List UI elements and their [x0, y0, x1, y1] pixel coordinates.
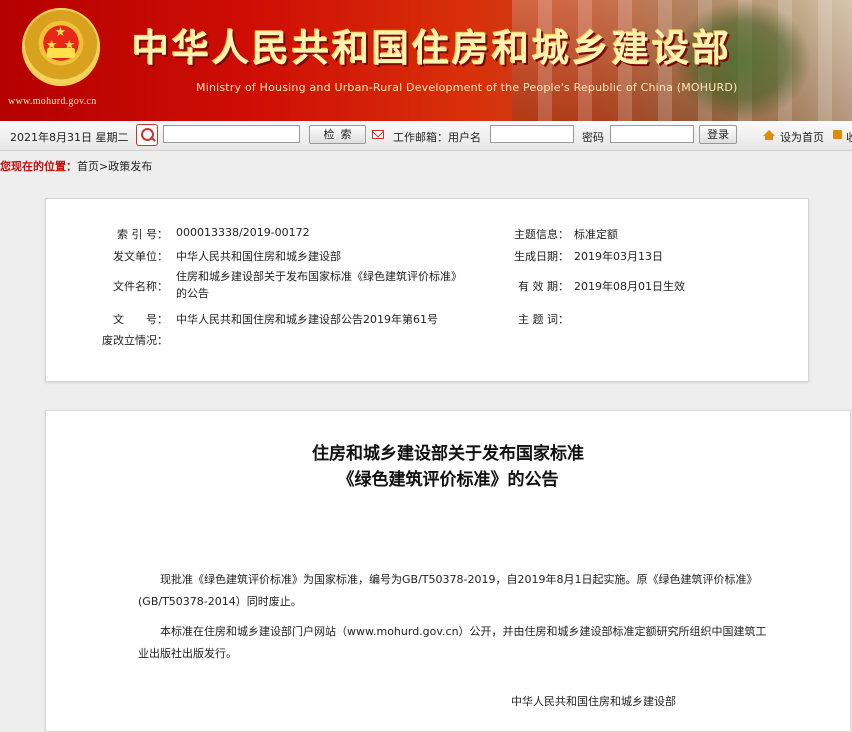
breadcrumb-path[interactable]: 首页>政策发布 [77, 160, 152, 173]
doc-number-label: 文 号： [113, 313, 168, 326]
login-button[interactable]: 登录 [699, 125, 737, 144]
keywords-label: 主 题 词： [518, 313, 569, 326]
generated-date-label: 生成日期： [514, 250, 569, 263]
top-toolbar: 2021年8月31日 星期二 检索 工作邮箱：用户名 密码 登录 设为首页 收 [0, 121, 852, 151]
rss-icon[interactable] [833, 130, 842, 139]
search-input[interactable] [163, 125, 300, 143]
favorites-link[interactable]: 收 [846, 129, 852, 145]
doc-number-value: 中华人民共和国住房和城乡建设部公告2019年第61号 [176, 313, 438, 326]
search-icon[interactable] [136, 124, 158, 146]
set-homepage-link[interactable]: 设为首页 [780, 129, 824, 145]
mail-username-label: 工作邮箱：用户名 [393, 131, 481, 144]
file-name-value: 住房和城乡建设部关于发布国家标准《绿色建筑评价标准》的公告 [176, 270, 462, 300]
site-title: 中华人民共和国住房和城乡建设部 [132, 26, 732, 70]
document-title-line2: 《绿色建筑评价标准》的公告 [337, 470, 559, 490]
site-subtitle: Ministry of Housing and Urban-Rural Deve… [196, 81, 738, 94]
site-banner: ★ ★ ★ www.mohurd.gov.cn 中华人民共和国住房和城乡建设部 M… [0, 0, 852, 121]
index-number-label: 索 引 号： [117, 228, 168, 241]
topic-label: 主题信息： [514, 228, 569, 241]
generated-date-value: 2019年03月13日 [574, 250, 663, 263]
mail-icon [372, 130, 384, 139]
search-button[interactable]: 检索 [309, 125, 366, 144]
document-paragraph-2: 本标准在住房和城乡建设部门户网站（www.mohurd.gov.cn）公开，并由… [138, 625, 767, 660]
home-icon[interactable] [763, 130, 775, 140]
emblem-gate-icon [47, 48, 75, 58]
document-paragraph-1: 现批准《绿色建筑评价标准》为国家标准，编号为GB/T50378-2019，自20… [138, 573, 758, 608]
index-number-value: 000013338/2019-00172 [176, 226, 310, 239]
validity-label: 有 效 期： [518, 280, 569, 293]
document-signature: 中华人民共和国住房和城乡建设部 [511, 695, 676, 708]
issuer-label: 发文单位： [113, 250, 168, 263]
document-content-panel: 住房和城乡建设部关于发布国家标准 《绿色建筑评价标准》的公告 现批准《绿色建筑评… [45, 410, 851, 732]
username-input[interactable] [490, 125, 574, 143]
password-input[interactable] [610, 125, 694, 143]
issuer-value: 中华人民共和国住房和城乡建设部 [176, 250, 341, 263]
site-url: www.mohurd.gov.cn [8, 96, 97, 107]
document-metadata-panel: 索 引 号： 000013338/2019-00172 发文单位： 中华人民共和… [45, 198, 809, 382]
revision-status-label: 废改立情况： [102, 334, 168, 347]
document-title-line1: 住房和城乡建设部关于发布国家标准 [312, 444, 584, 464]
document-title: 住房和城乡建设部关于发布国家标准 《绿色建筑评价标准》的公告 [46, 441, 850, 493]
password-label: 密码 [582, 131, 604, 144]
breadcrumb: 您现在的位置：首页>政策发布 [0, 158, 152, 174]
national-emblem-icon: ★ ★ ★ [22, 8, 100, 86]
validity-value: 2019年08月01日生效 [574, 280, 685, 293]
current-date: 2021年8月31日 星期二 [10, 131, 129, 144]
topic-value: 标准定额 [574, 228, 618, 241]
breadcrumb-label: 您现在的位置： [0, 160, 77, 173]
file-name-label: 文件名称： [113, 280, 168, 293]
